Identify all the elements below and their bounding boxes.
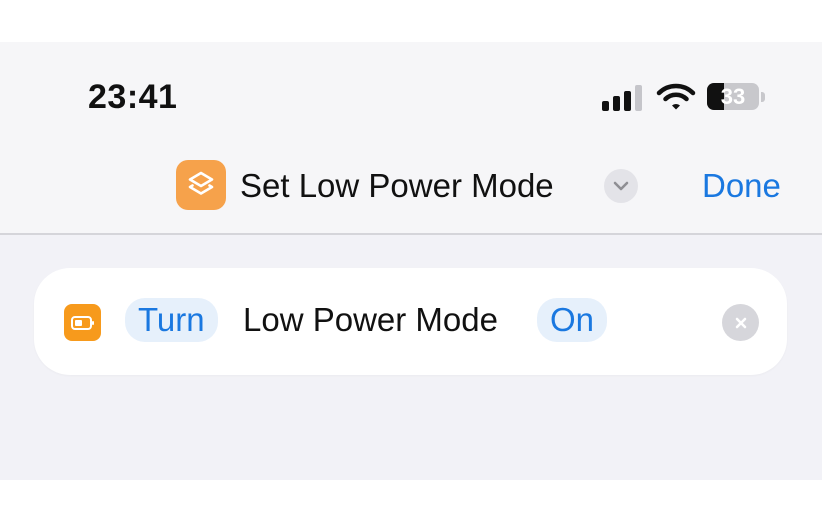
action-subject: Low Power Mode xyxy=(243,301,498,338)
battery-level: 33 xyxy=(720,84,746,109)
battery-tip xyxy=(761,92,765,102)
cellular-signal-icon xyxy=(602,85,644,111)
header-divider xyxy=(0,233,822,235)
action-card[interactable]: Turn Low Power Mode On xyxy=(34,268,787,375)
wifi-icon xyxy=(656,83,696,110)
status-time: 23:41 xyxy=(88,78,178,116)
chevron-down-icon[interactable] xyxy=(604,169,638,203)
layers-glyph xyxy=(188,171,214,195)
close-icon[interactable] xyxy=(722,304,759,341)
battery-indicator: 33 xyxy=(707,83,759,110)
battery-glyph xyxy=(70,315,94,330)
done-button[interactable]: Done xyxy=(702,167,781,205)
signal-bar xyxy=(613,96,620,111)
chevron-glyph xyxy=(613,181,629,191)
signal-bar xyxy=(635,85,642,111)
state-parameter-pill[interactable]: On xyxy=(537,298,608,342)
signal-bar xyxy=(602,101,609,111)
close-glyph xyxy=(735,317,746,328)
shortcut-title[interactable]: Set Low Power Mode xyxy=(240,167,554,205)
turn-parameter-pill[interactable]: Turn xyxy=(125,298,218,342)
signal-bar xyxy=(624,91,631,111)
battery-icon xyxy=(64,304,101,341)
header-area: 23:41 33 Set Low Power Mode Done xyxy=(0,42,822,233)
shortcuts-layers-icon[interactable] xyxy=(176,160,226,210)
shortcut-editor-screen: 23:41 33 Set Low Power Mode Done Turn Lo… xyxy=(0,42,822,480)
